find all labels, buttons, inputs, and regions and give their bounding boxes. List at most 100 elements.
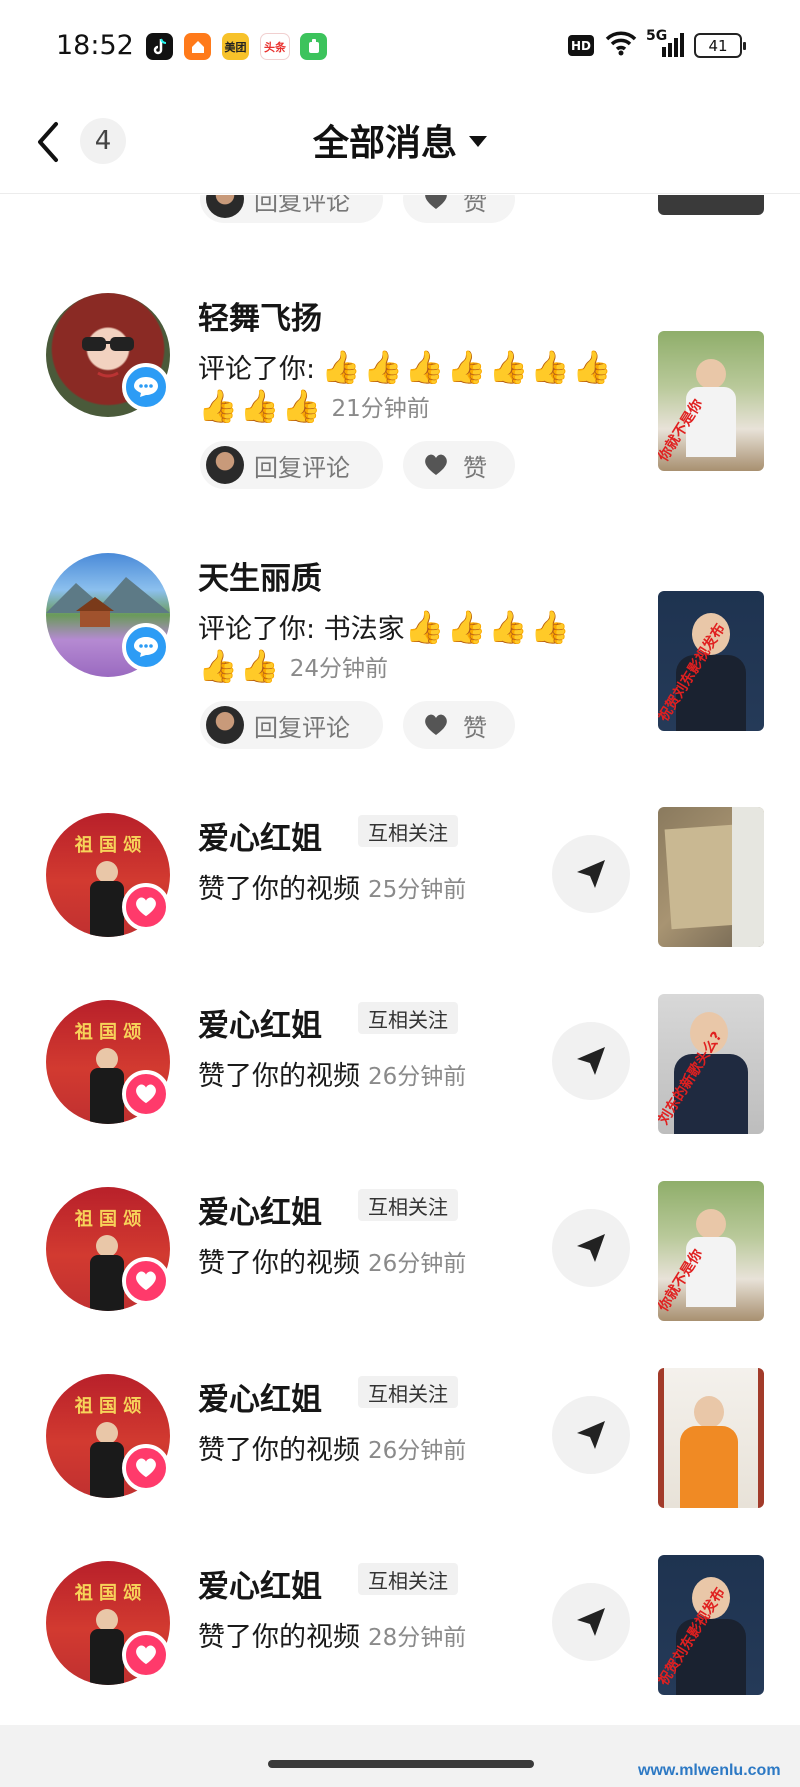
- send-button[interactable]: [552, 1209, 630, 1287]
- time-ago: 28分钟前: [368, 1624, 467, 1651]
- user-name[interactable]: 天生丽质: [198, 553, 322, 598]
- user-name[interactable]: 爱心红姐: [198, 1187, 322, 1232]
- reply-comment-button[interactable]: 回复评论: [200, 195, 383, 223]
- avatar-banner-text: 祖 国 颂: [74, 1209, 142, 1230]
- like-label: 赞: [463, 195, 487, 216]
- signal-icon: [662, 33, 684, 62]
- video-thumbnail[interactable]: 你就不是你: [658, 1181, 764, 1321]
- status-bar: 18:52 美团 头条 HD 5G 41: [0, 0, 800, 92]
- send-button[interactable]: [552, 1583, 630, 1661]
- comment-line-1: 评论了你: 书法家 👍 👍 👍 👍: [198, 607, 572, 646]
- douyin-app-icon: [146, 33, 173, 60]
- my-avatar-mini: [206, 706, 244, 744]
- video-thumbnail[interactable]: 祝贺刘东影视发布: [658, 1555, 764, 1695]
- like-badge-icon: [122, 1070, 170, 1118]
- like-line: 赞了你的视频 26分钟前: [198, 1241, 466, 1280]
- like-line: 赞了你的视频 25分钟前: [198, 867, 466, 906]
- message-item[interactable]: 祖 国 颂 爱心红姐 互相关注 赞了你的视频 25分钟前: [0, 775, 800, 947]
- user-name[interactable]: 爱心红姐: [198, 1561, 322, 1606]
- thumbs-up-icon: 👍: [281, 387, 322, 425]
- battery-indicator: 41: [694, 33, 746, 58]
- video-thumbnail[interactable]: [658, 1368, 764, 1508]
- time-ago: 25分钟前: [368, 876, 467, 903]
- video-thumbnail[interactable]: [658, 195, 764, 215]
- avatar-banner-text: 祖 国 颂: [74, 1022, 142, 1043]
- user-name[interactable]: 爱心红姐: [198, 1374, 322, 1419]
- thumbs-up-icon: 👍: [530, 347, 571, 386]
- message-item[interactable]: 祖 国 颂 爱心红姐 互相关注 赞了你的视频 26分钟前 你就不是你: [0, 1149, 800, 1321]
- time-ago: 26分钟前: [368, 1437, 467, 1464]
- home-indicator[interactable]: [268, 1760, 534, 1768]
- send-button[interactable]: [552, 1396, 630, 1474]
- send-icon: [577, 1608, 605, 1636]
- like-line: 赞了你的视频 26分钟前: [198, 1428, 466, 1467]
- message-list[interactable]: 回复评论 赞 轻舞飞扬 评论了你: 👍 👍 👍 👍 👍 👍 👍 👍 👍 👍 21分钟前 回复评论: [0, 195, 800, 1735]
- mutual-follow-tag: 互相关注: [358, 1376, 458, 1408]
- list-item-partial: 回复评论 赞: [0, 195, 800, 235]
- heart-icon: [423, 453, 451, 477]
- time-ago: 26分钟前: [368, 1250, 467, 1277]
- hd-icon: HD: [568, 35, 594, 56]
- thumbs-up-icon: 👍: [446, 347, 487, 386]
- message-item[interactable]: 天生丽质 评论了你: 书法家 👍 👍 👍 👍 👍 👍 24分钟前 回复评论 赞 祝贺刘东…: [0, 515, 800, 749]
- message-filter-dropdown[interactable]: 全部消息: [0, 114, 800, 166]
- my-avatar-mini: [206, 446, 244, 484]
- like-comment-button[interactable]: 赞: [403, 701, 515, 749]
- thumbs-up-icon: 👍: [488, 607, 529, 646]
- message-item[interactable]: 轻舞飞扬 评论了你: 👍 👍 👍 👍 👍 👍 👍 👍 👍 👍 21分钟前 回复评论 赞 你就不是…: [0, 255, 800, 489]
- message-item[interactable]: 祖 国 颂 爱心红姐 互相关注 赞了你的视频 26分钟前: [0, 1336, 800, 1508]
- send-icon: [577, 860, 605, 888]
- meituan-app-icon: 美团: [222, 33, 249, 60]
- reply-comment-button[interactable]: 回复评论: [200, 701, 383, 749]
- like-badge-icon: [122, 883, 170, 931]
- comment-text: 评论了你:: [198, 354, 316, 385]
- mutual-follow-tag: 互相关注: [358, 1563, 458, 1595]
- avatar-banner-text: 祖 国 颂: [74, 1396, 142, 1417]
- my-avatar-mini: [206, 195, 244, 218]
- reply-comment-button[interactable]: 回复评论: [200, 441, 383, 489]
- heart-icon: [423, 713, 451, 737]
- send-icon: [577, 1234, 605, 1262]
- thumbs-up-icon: 👍: [530, 607, 571, 646]
- like-text: 赞了你的视频: [198, 1248, 360, 1279]
- send-icon: [577, 1421, 605, 1449]
- thumbs-up-icon: 👍: [572, 347, 613, 386]
- message-item[interactable]: 祖 国 颂 爱心红姐 互相关注 赞了你的视频 28分钟前 祝贺刘东影视发布: [0, 1523, 800, 1695]
- like-line: 赞了你的视频 26分钟前: [198, 1054, 466, 1093]
- user-name[interactable]: 爱心红姐: [198, 1000, 322, 1045]
- mutual-follow-tag: 互相关注: [358, 1189, 458, 1221]
- send-icon: [577, 1047, 605, 1075]
- thumbs-up-icon: 👍: [404, 347, 445, 386]
- time-ago: 26分钟前: [368, 1063, 467, 1090]
- comment-line-2: 👍 👍 24分钟前: [198, 649, 388, 683]
- page-title: 全部消息: [312, 123, 457, 164]
- video-thumbnail[interactable]: [658, 807, 764, 947]
- thumbs-up-icon: 👍: [362, 347, 403, 386]
- thumbs-up-icon: 👍: [321, 347, 361, 386]
- send-button[interactable]: [552, 1022, 630, 1100]
- home-app-icon: [184, 33, 211, 60]
- comment-badge-icon: [122, 363, 170, 411]
- toutiao-app-icon: 头条: [260, 33, 290, 60]
- comment-line-1: 评论了你: 👍 👍 👍 👍 👍 👍 👍: [198, 347, 614, 386]
- like-label: 赞: [463, 713, 487, 742]
- send-button[interactable]: [552, 835, 630, 913]
- video-thumbnail[interactable]: 你就不是你: [658, 331, 764, 471]
- user-name[interactable]: 轻舞飞扬: [198, 293, 322, 338]
- like-text: 赞了你的视频: [198, 874, 360, 905]
- video-thumbnail[interactable]: 祝贺刘东影视发布: [658, 591, 764, 731]
- avatar-banner-text: 祖 国 颂: [74, 835, 142, 856]
- avatar-banner-text: 祖 国 颂: [74, 1583, 142, 1604]
- like-line: 赞了你的视频 28分钟前: [198, 1615, 466, 1654]
- caret-down-icon: [469, 135, 487, 147]
- reply-label: 回复评论: [254, 195, 350, 216]
- like-text: 赞了你的视频: [198, 1061, 360, 1092]
- like-comment-button[interactable]: 赞: [403, 441, 515, 489]
- video-thumbnail[interactable]: 刘东的新歌头么?: [658, 994, 764, 1134]
- user-name[interactable]: 爱心红姐: [198, 813, 322, 858]
- heart-icon: [423, 195, 451, 211]
- thumbs-up-icon: 👍: [198, 387, 238, 425]
- thumbs-up-icon: 👍: [446, 607, 487, 646]
- message-item[interactable]: 祖 国 颂 爱心红姐 互相关注 赞了你的视频 26分钟前 刘东的新歌头么?: [0, 962, 800, 1134]
- like-comment-button[interactable]: 赞: [403, 195, 515, 223]
